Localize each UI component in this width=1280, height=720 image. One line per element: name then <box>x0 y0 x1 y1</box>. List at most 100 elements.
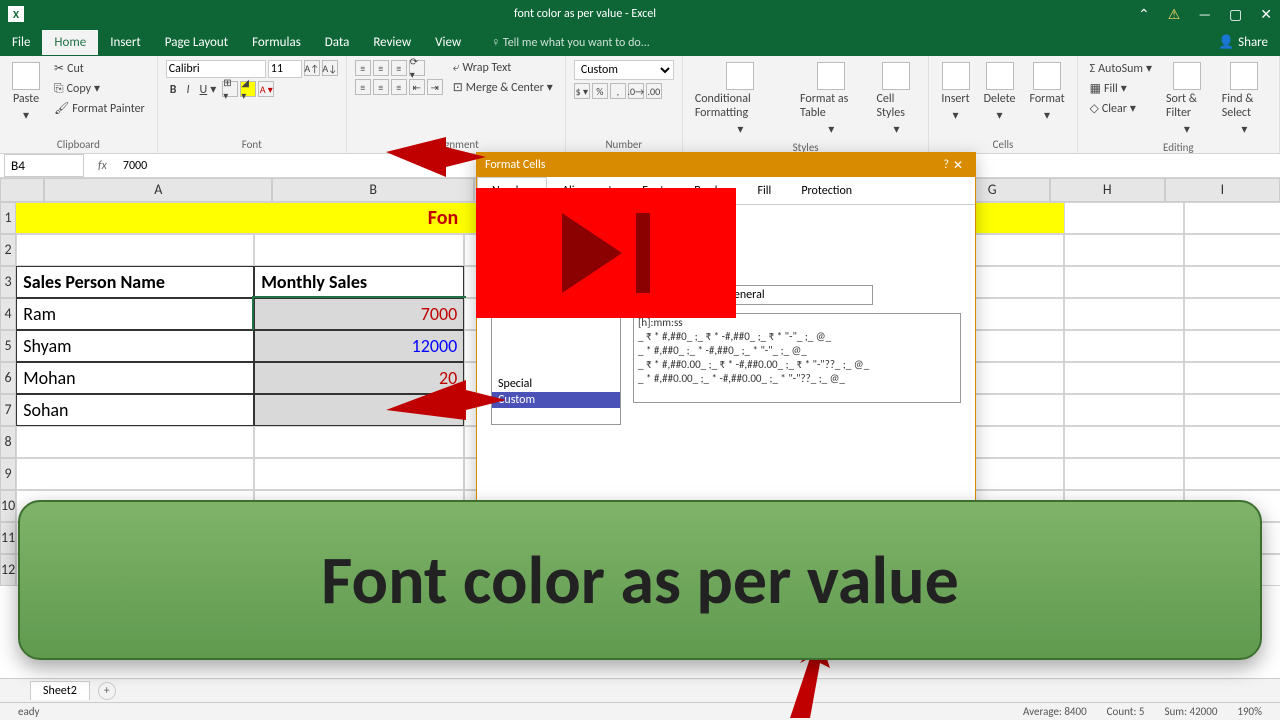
fill-color-button[interactable]: ◢ ▾ <box>240 81 256 97</box>
add-sheet-button[interactable]: + <box>98 682 116 700</box>
copy-button[interactable]: ⎘ Copy ▾ <box>50 80 149 97</box>
col-header-I[interactable]: I <box>1165 178 1280 202</box>
cut-button[interactable]: ✂ Cut <box>50 60 149 77</box>
warning-icon[interactable]: ⚠ <box>1168 6 1181 23</box>
cell-H1[interactable] <box>1064 202 1184 234</box>
cell-I7[interactable] <box>1184 394 1280 426</box>
cell-I5[interactable] <box>1184 330 1280 362</box>
indent-increase-icon[interactable]: ⇥ <box>427 79 443 95</box>
cell-I4[interactable] <box>1184 298 1280 330</box>
cell-H4[interactable] <box>1064 298 1184 330</box>
cell-H7[interactable] <box>1064 394 1184 426</box>
align-middle-icon[interactable]: ≡ <box>373 60 389 76</box>
font-size-select[interactable] <box>268 60 302 78</box>
align-bottom-icon[interactable]: ≡ <box>391 60 407 76</box>
cell-A2[interactable] <box>16 234 254 266</box>
row-header-11[interactable]: 11 <box>0 522 16 554</box>
align-top-icon[interactable]: ≡ <box>355 60 371 76</box>
row-header-3[interactable]: 3 <box>0 266 16 298</box>
share-button[interactable]: 👤Share <box>1206 35 1280 50</box>
format-cells-button[interactable]: Format ▾ <box>1025 60 1068 125</box>
accounting-format-icon[interactable]: $ ▾ <box>574 83 590 99</box>
play-overlay[interactable] <box>476 188 736 318</box>
grow-font-icon[interactable]: A↑ <box>304 60 320 76</box>
dialog-tab-fill[interactable]: Fill <box>743 177 787 204</box>
sort-filter-button[interactable]: Sort & Filter ▾ <box>1162 60 1212 139</box>
cell-I8[interactable] <box>1184 426 1280 458</box>
italic-button[interactable]: I <box>182 81 193 98</box>
cell-A6[interactable]: Mohan <box>16 362 254 394</box>
align-right-icon[interactable]: ≡ <box>391 79 407 95</box>
fill-button[interactable]: ▦ Fill ▾ <box>1086 80 1156 97</box>
conditional-formatting-button[interactable]: Conditional Formatting ▾ <box>691 60 790 139</box>
cell-I1[interactable] <box>1184 202 1280 234</box>
cell-H6[interactable] <box>1064 362 1184 394</box>
maximize-icon[interactable]: ▢ <box>1229 6 1242 23</box>
format-painter-button[interactable]: 🖌 Format Painter <box>50 100 149 117</box>
cell-I2[interactable] <box>1184 234 1280 266</box>
minimize-icon[interactable]: — <box>1198 6 1211 23</box>
align-left-icon[interactable]: ≡ <box>355 79 371 95</box>
format-type-list[interactable]: [h]:mm:ss_ ₹ * #,##0_ ;_ ₹ * -#,##0_ ;_ … <box>633 313 961 403</box>
cell-H5[interactable] <box>1064 330 1184 362</box>
cell-A7[interactable]: Sohan <box>16 394 254 426</box>
sheet-tab-sheet2[interactable]: Sheet2 <box>30 681 90 700</box>
row-header-10[interactable]: 10 <box>0 490 16 522</box>
cell-B1[interactable]: Fon <box>254 202 464 234</box>
underline-button[interactable]: U ▾ <box>196 81 221 98</box>
cell-A1[interactable] <box>16 202 254 234</box>
cell-H3[interactable] <box>1064 266 1184 298</box>
cell-I6[interactable] <box>1184 362 1280 394</box>
align-center-icon[interactable]: ≡ <box>373 79 389 95</box>
delete-cells-button[interactable]: Delete ▾ <box>980 60 1020 125</box>
bold-button[interactable]: B <box>166 81 181 98</box>
find-select-button[interactable]: Find & Select ▾ <box>1218 60 1271 139</box>
row-header-4[interactable]: 4 <box>0 298 16 330</box>
dialog-titlebar[interactable]: Format Cells ? ✕ <box>477 153 975 177</box>
autosum-button[interactable]: Σ AutoSum ▾ <box>1086 60 1156 77</box>
tab-formulas[interactable]: Formulas <box>240 30 313 55</box>
cell-A8[interactable] <box>16 426 254 458</box>
close-icon[interactable]: ✕ <box>1260 6 1272 23</box>
cell-B3[interactable]: Monthly Sales <box>254 266 464 298</box>
cell-B8[interactable] <box>254 426 464 458</box>
row-header-6[interactable]: 6 <box>0 362 16 394</box>
fx-icon[interactable]: fx <box>88 159 117 173</box>
paste-button[interactable]: Paste ▾ <box>8 60 44 125</box>
cell-styles-button[interactable]: Cell Styles ▾ <box>873 60 921 139</box>
row-header-12[interactable]: 12 <box>0 554 16 586</box>
cell-H8[interactable] <box>1064 426 1184 458</box>
cell-I9[interactable] <box>1184 458 1280 490</box>
row-header-9[interactable]: 9 <box>0 458 16 490</box>
ribbon-options-icon[interactable]: ⌃ <box>1138 6 1150 23</box>
cell-H2[interactable] <box>1064 234 1184 266</box>
increase-decimal-icon[interactable]: .0→ <box>628 83 644 99</box>
insert-cells-button[interactable]: Insert ▾ <box>937 60 973 125</box>
tab-insert[interactable]: Insert <box>98 30 153 55</box>
cell-A5[interactable]: Shyam <box>16 330 254 362</box>
cell-A3[interactable]: Sales Person Name <box>16 266 254 298</box>
tab-data[interactable]: Data <box>313 30 362 55</box>
cell-A4[interactable]: Ram <box>16 298 254 330</box>
row-header-2[interactable]: 2 <box>0 234 16 266</box>
shrink-font-icon[interactable]: A↓ <box>322 60 338 76</box>
tab-review[interactable]: Review <box>361 30 423 55</box>
row-header-5[interactable]: 5 <box>0 330 16 362</box>
row-header-7[interactable]: 7 <box>0 394 16 426</box>
indent-decrease-icon[interactable]: ⇤ <box>409 79 425 95</box>
category-special[interactable]: Special <box>492 376 620 392</box>
format-as-table-button[interactable]: Format as Table ▾ <box>796 60 866 139</box>
wrap-text-button[interactable]: ⤶ Wrap Text <box>449 60 557 76</box>
col-header-H[interactable]: H <box>1050 178 1165 202</box>
category-custom[interactable]: Custom <box>492 392 620 408</box>
tab-file[interactable]: File <box>0 30 42 55</box>
cell-B2[interactable] <box>254 234 464 266</box>
tab-home[interactable]: Home <box>42 30 98 55</box>
comma-format-icon[interactable]: , <box>610 83 626 99</box>
number-format-select[interactable]: Custom <box>574 60 674 80</box>
cell-B4[interactable]: 7000 <box>254 298 464 330</box>
clear-button[interactable]: ◇ Clear ▾ <box>1086 100 1156 117</box>
font-color-button[interactable]: A ▾ <box>258 81 274 97</box>
name-box[interactable] <box>4 154 84 177</box>
row-header-1[interactable]: 1 <box>0 202 16 234</box>
